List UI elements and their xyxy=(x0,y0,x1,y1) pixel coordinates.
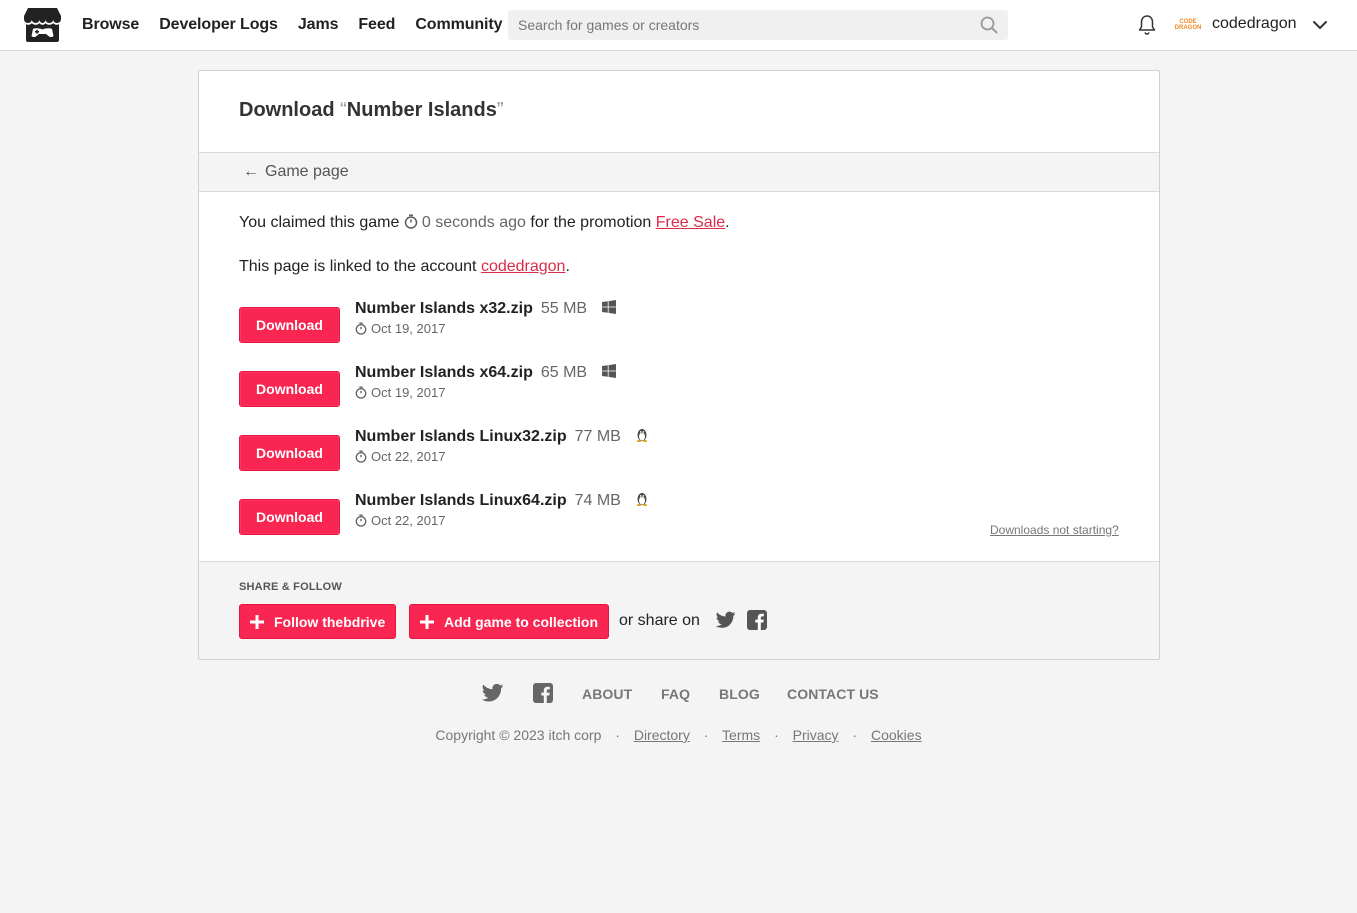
stopwatch-icon xyxy=(355,386,367,399)
nav-feed[interactable]: Feed xyxy=(358,16,395,34)
footer-twitter-icon[interactable] xyxy=(482,683,504,703)
stopwatch-icon xyxy=(355,450,367,463)
claim-text-2: for the promotion xyxy=(530,214,652,231)
linux-icon xyxy=(637,429,648,442)
title-close-quote: ” xyxy=(496,99,504,121)
separator: · xyxy=(615,727,620,743)
download-button[interactable]: Download xyxy=(239,435,340,471)
cookies-link[interactable]: Cookies xyxy=(871,727,922,743)
stopwatch-icon xyxy=(355,514,367,527)
nav-community[interactable]: Community xyxy=(415,16,502,34)
claim-notice: You claimed this game 0 seconds ago for … xyxy=(239,214,730,231)
chevron-down-icon[interactable] xyxy=(1312,17,1328,33)
arrow-left-icon: ← xyxy=(243,163,259,180)
footer-about-link[interactable]: ABOUT xyxy=(582,686,632,702)
linked-account-notice: This page is linked to the account coded… xyxy=(239,258,570,275)
search-input[interactable] xyxy=(508,10,1008,40)
add-to-collection-label: Add game to collection xyxy=(444,613,599,630)
twitter-icon[interactable] xyxy=(716,610,736,630)
upload-date: Oct 19, 2017 xyxy=(371,321,446,336)
upload-date-line: Oct 22, 2017 xyxy=(355,449,445,464)
nav-developer-logs[interactable]: Developer Logs xyxy=(159,16,278,34)
footer-faq-link[interactable]: FAQ xyxy=(661,686,690,702)
or-share-text: or share on xyxy=(619,612,700,629)
upload-date-line: Oct 22, 2017 xyxy=(355,513,445,528)
download-button[interactable]: Download xyxy=(239,307,340,343)
upload-date: Oct 22, 2017 xyxy=(371,449,446,464)
upload-date: Oct 22, 2017 xyxy=(371,513,446,528)
share-follow-section: SHARE & FOLLOW Follow thebdrive Add game… xyxy=(199,561,1159,659)
share-title: SHARE & FOLLOW xyxy=(239,581,343,593)
separator: · xyxy=(703,727,709,743)
footer-contact-link[interactable]: CONTACT US xyxy=(787,686,879,702)
plus-icon xyxy=(420,614,434,629)
separator: · xyxy=(852,727,858,743)
plus-icon xyxy=(250,614,264,629)
back-bar: ← Game page xyxy=(199,152,1159,192)
add-to-collection-button[interactable]: Add game to collection xyxy=(409,604,610,639)
upload-name-line: Number Islands Linux32.zip 77 MB xyxy=(355,428,649,446)
follow-button[interactable]: Follow thebdrive xyxy=(239,604,397,639)
title-game-name: Number Islands xyxy=(346,99,497,121)
avatar-text-bottom: DRAGON xyxy=(1174,25,1202,31)
footer-copyright: Copyright © 2023 itch corp · Directory ·… xyxy=(0,727,1357,743)
download-card: Download “Number Islands” ← Game page Yo… xyxy=(198,70,1160,660)
main-nav: Browse Developer Logs Jams Feed Communit… xyxy=(82,0,522,50)
linked-text: This page is linked to the account xyxy=(239,258,477,275)
follow-label: Follow thebdrive xyxy=(274,613,386,630)
nav-browse[interactable]: Browse xyxy=(82,16,139,34)
username[interactable]: codedragon xyxy=(1212,15,1297,33)
separator: · xyxy=(774,727,779,743)
site-header: Browse Developer Logs Jams Feed Communit… xyxy=(0,0,1357,51)
upload-name-line: Number Islands x64.zip 65 MB xyxy=(355,364,616,382)
upload-name: Number Islands x32.zip xyxy=(355,300,533,317)
download-button[interactable]: Download xyxy=(239,499,340,535)
search-box xyxy=(508,10,1008,40)
itch-logo[interactable] xyxy=(23,7,62,43)
claim-text: You claimed this game xyxy=(239,214,400,231)
footer-facebook-icon[interactable] xyxy=(532,683,554,703)
copyright-text: Copyright © 2023 itch corp xyxy=(435,727,602,743)
upload-size: 65 MB xyxy=(540,364,588,381)
claim-time: 0 seconds ago xyxy=(421,214,526,231)
upload-name-line: Number Islands x32.zip 55 MB xyxy=(355,300,616,318)
terms-link[interactable]: Terms xyxy=(722,727,760,743)
game-page-label: Game page xyxy=(265,163,349,180)
stopwatch-icon xyxy=(404,214,418,229)
page-title: Download “Number Islands” xyxy=(239,99,504,122)
linux-icon xyxy=(637,493,648,506)
nav-jams[interactable]: Jams xyxy=(298,16,339,34)
downloads-not-starting-link[interactable]: Downloads not starting? xyxy=(990,523,1119,537)
facebook-icon[interactable] xyxy=(747,610,767,630)
upload-name: Number Islands Linux64.zip xyxy=(355,492,567,509)
upload-name: Number Islands x64.zip xyxy=(355,364,533,381)
stopwatch-icon xyxy=(355,322,367,335)
upload-row: Download Number Islands x32.zip 55 MB Oct… xyxy=(239,300,1119,346)
search-icon[interactable] xyxy=(980,16,998,34)
download-button[interactable]: Download xyxy=(239,371,340,407)
title-prefix: Download xyxy=(239,99,335,121)
privacy-link[interactable]: Privacy xyxy=(793,727,839,743)
upload-name: Number Islands Linux32.zip xyxy=(355,428,567,445)
upload-row: Download Number Islands Linux32.zip 77 MB… xyxy=(239,428,1119,474)
upload-row: Download Number Islands x64.zip 65 MB Oct… xyxy=(239,364,1119,410)
game-page-link[interactable]: ← Game page xyxy=(243,163,349,181)
upload-date: Oct 19, 2017 xyxy=(371,385,446,400)
upload-size: 55 MB xyxy=(540,300,588,317)
directory-link[interactable]: Directory xyxy=(634,727,690,743)
windows-icon xyxy=(601,364,616,378)
upload-size: 77 MB xyxy=(574,428,621,445)
windows-icon xyxy=(601,300,616,314)
upload-date-line: Oct 19, 2017 xyxy=(355,321,445,336)
notification-bell-icon[interactable] xyxy=(1137,14,1157,36)
footer-blog-link[interactable]: BLOG xyxy=(719,686,760,702)
upload-row: Download Number Islands Linux64.zip 74 MB… xyxy=(239,492,1119,538)
avatar[interactable]: CODE DRAGON xyxy=(1174,13,1202,37)
upload-name-line: Number Islands Linux64.zip 74 MB xyxy=(355,492,649,510)
upload-date-line: Oct 19, 2017 xyxy=(355,385,445,400)
upload-size: 74 MB xyxy=(574,492,621,509)
promotion-link[interactable]: Free Sale xyxy=(656,214,725,231)
linked-account-link[interactable]: codedragon xyxy=(481,258,566,275)
title-open-quote: “ xyxy=(340,99,347,121)
